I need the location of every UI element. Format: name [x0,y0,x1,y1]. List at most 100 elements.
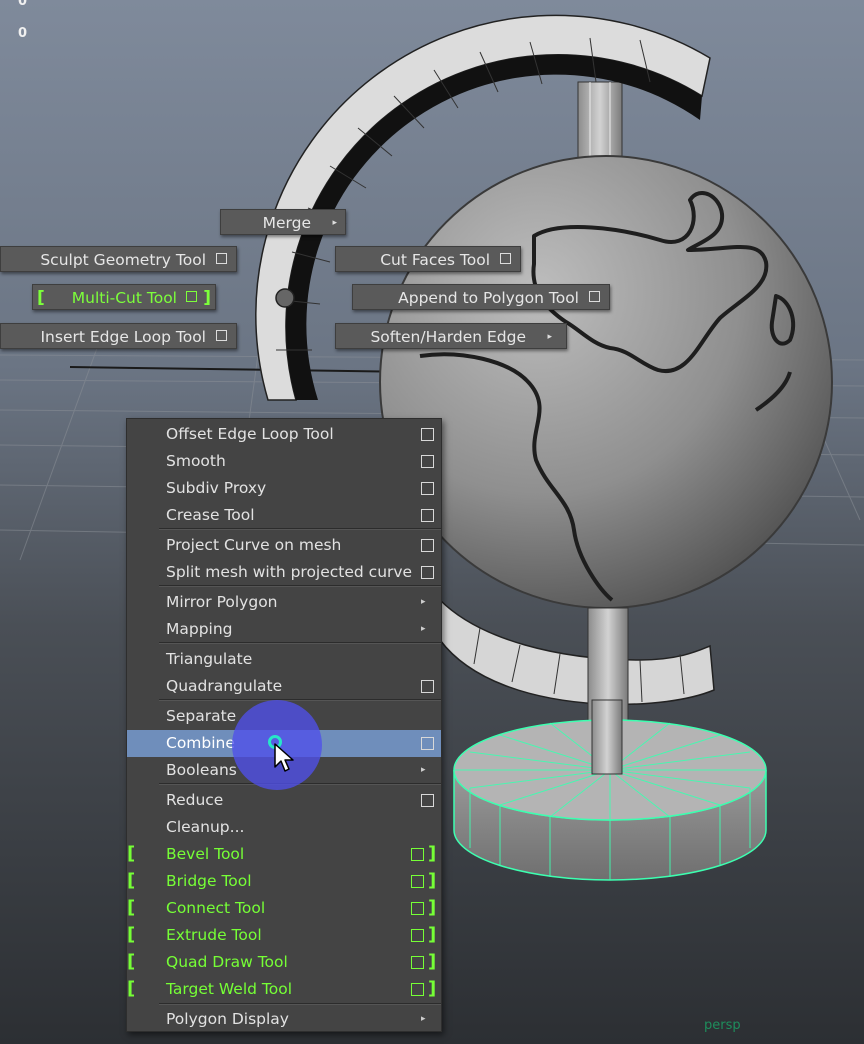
hud-value-2: 0 [18,26,28,41]
submenu-arrow-icon: ▸ [332,218,337,228]
hotbox-bracket-right: ] [428,924,437,945]
menu-item-label: Extrude Tool [166,926,262,944]
hotbox-bracket-left: [ [127,924,136,945]
menu-item-triangulate[interactable]: Triangulate [127,646,441,673]
hotbox-bracket-right: ] [428,897,437,918]
menu-item-label: Reduce [166,791,224,809]
menu-item-label: Cleanup... [166,818,245,836]
sculpt-geometry-tool-item[interactable]: Sculpt Geometry Tool [0,246,237,272]
menu-item-label: Polygon Display [166,1010,289,1028]
option-box-icon[interactable] [411,902,424,915]
menu-item-mirror-polygon[interactable]: Mirror Polygon ▸ [127,589,441,616]
viewport-3d[interactable]: 0 0 Merge ▸ Sculpt Geometry Tool Cut Fac… [0,0,864,1044]
menu-item-label: Crease Tool [166,506,255,524]
menu-item-label: Quad Draw Tool [166,953,288,971]
merge-label: Merge [262,214,311,232]
hud-value-1: 0 [18,0,28,9]
menu-item-label: Mirror Polygon [166,593,278,611]
mouse-cursor-icon [274,743,294,772]
hotbox-bracket-right: ] [428,870,437,891]
submenu-arrow-icon: ▸ [421,1014,426,1024]
option-box-icon[interactable] [216,253,227,264]
hotbox-bracket-right: ] [203,288,211,308]
multi-cut-tool-item[interactable]: [ Multi-Cut Tool ] [32,284,216,310]
menu-item-bevel-tool[interactable]: [ Bevel Tool] [127,841,441,868]
menu-item-bridge-tool[interactable]: [ Bridge Tool] [127,868,441,895]
menu-item-label: Smooth [166,452,226,470]
option-box-icon[interactable] [421,737,434,750]
menu-item-quadrangulate[interactable]: Quadrangulate [127,673,441,700]
hotbox-bracket-right: ] [428,951,437,972]
menu-item-label: Bevel Tool [166,845,245,863]
hotbox-bracket-right: ] [428,843,437,864]
menu-item-label: Target Weld Tool [166,980,293,998]
menu-item-quad-draw-tool[interactable]: [ Quad Draw Tool] [127,949,441,976]
menu-item-crease-tool[interactable]: Crease Tool [127,502,441,529]
menu-item-cleanup[interactable]: Cleanup... [127,814,441,841]
option-box-icon[interactable] [421,539,434,552]
menu-item-offset-edge-loop-tool[interactable]: Offset Edge Loop Tool [127,421,441,448]
merge-menu-item[interactable]: Merge ▸ [220,209,346,235]
hotbox-bracket-left: [ [127,870,136,891]
menu-item-reduce[interactable]: Reduce [127,787,441,814]
option-box-icon[interactable] [421,482,434,495]
menu-item-extrude-tool[interactable]: [ Extrude Tool] [127,922,441,949]
cut-faces-tool-item[interactable]: Cut Faces Tool [335,246,521,272]
option-box-icon[interactable] [411,929,424,942]
option-box-icon[interactable] [421,680,434,693]
menu-item-subdiv-proxy[interactable]: Subdiv Proxy [127,475,441,502]
option-box-icon[interactable] [589,291,600,302]
option-box-icon[interactable] [411,848,424,861]
soften-harden-label: Soften/Harden Edge [370,328,526,346]
menu-item-label: Project Curve on mesh [166,536,342,554]
option-box-icon[interactable] [421,566,434,579]
sculpt-geometry-label: Sculpt Geometry Tool [40,251,206,269]
append-to-polygon-tool-item[interactable]: Append to Polygon Tool [352,284,610,310]
append-polygon-label: Append to Polygon Tool [398,289,579,307]
menu-item-polygon-display[interactable]: Polygon Display ▸ [127,1006,441,1033]
menu-item-mapping[interactable]: Mapping ▸ [127,616,441,643]
menu-item-label: Connect Tool [166,899,266,917]
option-box-icon[interactable] [186,291,197,302]
submenu-arrow-icon: ▸ [547,332,552,342]
option-box-icon[interactable] [421,455,434,468]
cut-faces-label: Cut Faces Tool [380,251,490,269]
camera-label: persp [704,1018,741,1033]
menu-item-label: Booleans [166,761,237,779]
soften-harden-edge-item[interactable]: Soften/Harden Edge ▸ [335,323,567,349]
option-box-icon[interactable] [216,330,227,341]
option-box-icon[interactable] [411,983,424,996]
option-box-icon[interactable] [411,875,424,888]
menu-item-project-curve-on-mesh[interactable]: Project Curve on mesh [127,532,441,559]
menu-item-label: Quadrangulate [166,677,283,695]
option-box-icon[interactable] [500,253,511,264]
hotbox-bracket-left: [ [127,897,136,918]
option-box-icon[interactable] [421,509,434,522]
menu-item-label: Combine [166,734,235,752]
hotbox-bracket-left: [ [127,843,136,864]
insert-edge-loop-label: Insert Edge Loop Tool [40,328,206,346]
multi-cut-label: Multi-Cut Tool [71,289,177,307]
hotbox-bracket-left: [ [127,978,136,999]
menu-item-label: Triangulate [166,650,253,668]
menu-item-label: Subdiv Proxy [166,479,267,497]
submenu-arrow-icon: ▸ [421,765,426,775]
insert-edge-loop-tool-item[interactable]: Insert Edge Loop Tool [0,323,237,349]
menu-item-target-weld-tool[interactable]: [ Target Weld Tool] [127,976,441,1003]
menu-separator [159,1003,441,1005]
submenu-arrow-icon: ▸ [421,597,426,607]
hotbox-bracket-right: ] [428,978,437,999]
menu-item-connect-tool[interactable]: [ Connect Tool] [127,895,441,922]
option-box-icon[interactable] [421,794,434,807]
menu-item-label: Mapping [166,620,233,638]
option-box-icon[interactable] [421,428,434,441]
menu-item-label: Separate [166,707,237,725]
option-box-icon[interactable] [411,956,424,969]
submenu-arrow-icon: ▸ [421,624,426,634]
menu-item-label: Bridge Tool [166,872,252,890]
menu-item-split-mesh-with-projected-curve[interactable]: Split mesh with projected curve [127,559,441,586]
hotbox-bracket-left: [ [127,951,136,972]
menu-item-label: Split mesh with projected curve [166,563,413,581]
menu-item-smooth[interactable]: Smooth [127,448,441,475]
menu-item-label: Offset Edge Loop Tool [166,425,334,443]
